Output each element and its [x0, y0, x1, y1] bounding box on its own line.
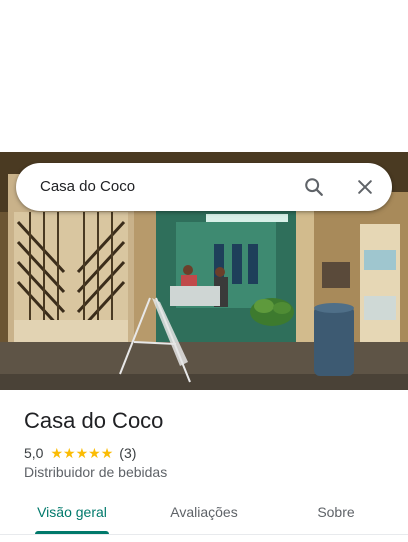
close-icon [358, 180, 372, 194]
tab-reviews[interactable]: Avaliações [158, 494, 250, 532]
search-bar[interactable]: Casa do Coco [16, 163, 392, 211]
star-icon: ★ [63, 445, 76, 461]
tab-about[interactable]: Sobre [290, 494, 382, 532]
place-category[interactable]: Distribuidor de bebidas [24, 464, 167, 480]
place-name: Casa do Coco [24, 408, 164, 433]
star-icon: ★ [100, 445, 114, 461]
star-icon: ★ [50, 445, 64, 461]
place-tabs: Visão geral Avaliações Sobre [0, 494, 408, 535]
star-icon: ★ [88, 445, 101, 461]
tab-overview[interactable]: Visão geral [26, 494, 118, 532]
rating-value: 5,0 [24, 445, 44, 461]
rating-stars: ★ ★ ★ ★ ★ [50, 446, 113, 460]
review-count[interactable]: (3) [119, 445, 136, 461]
close-button[interactable] [349, 171, 381, 203]
search-icon [305, 178, 323, 196]
search-query[interactable]: Casa do Coco [40, 163, 135, 211]
rating-row[interactable]: 5,0 ★ ★ ★ ★ ★ (3) [24, 444, 136, 462]
active-tab-indicator [35, 531, 109, 534]
star-icon: ★ [75, 445, 89, 461]
search-button[interactable] [298, 171, 330, 203]
